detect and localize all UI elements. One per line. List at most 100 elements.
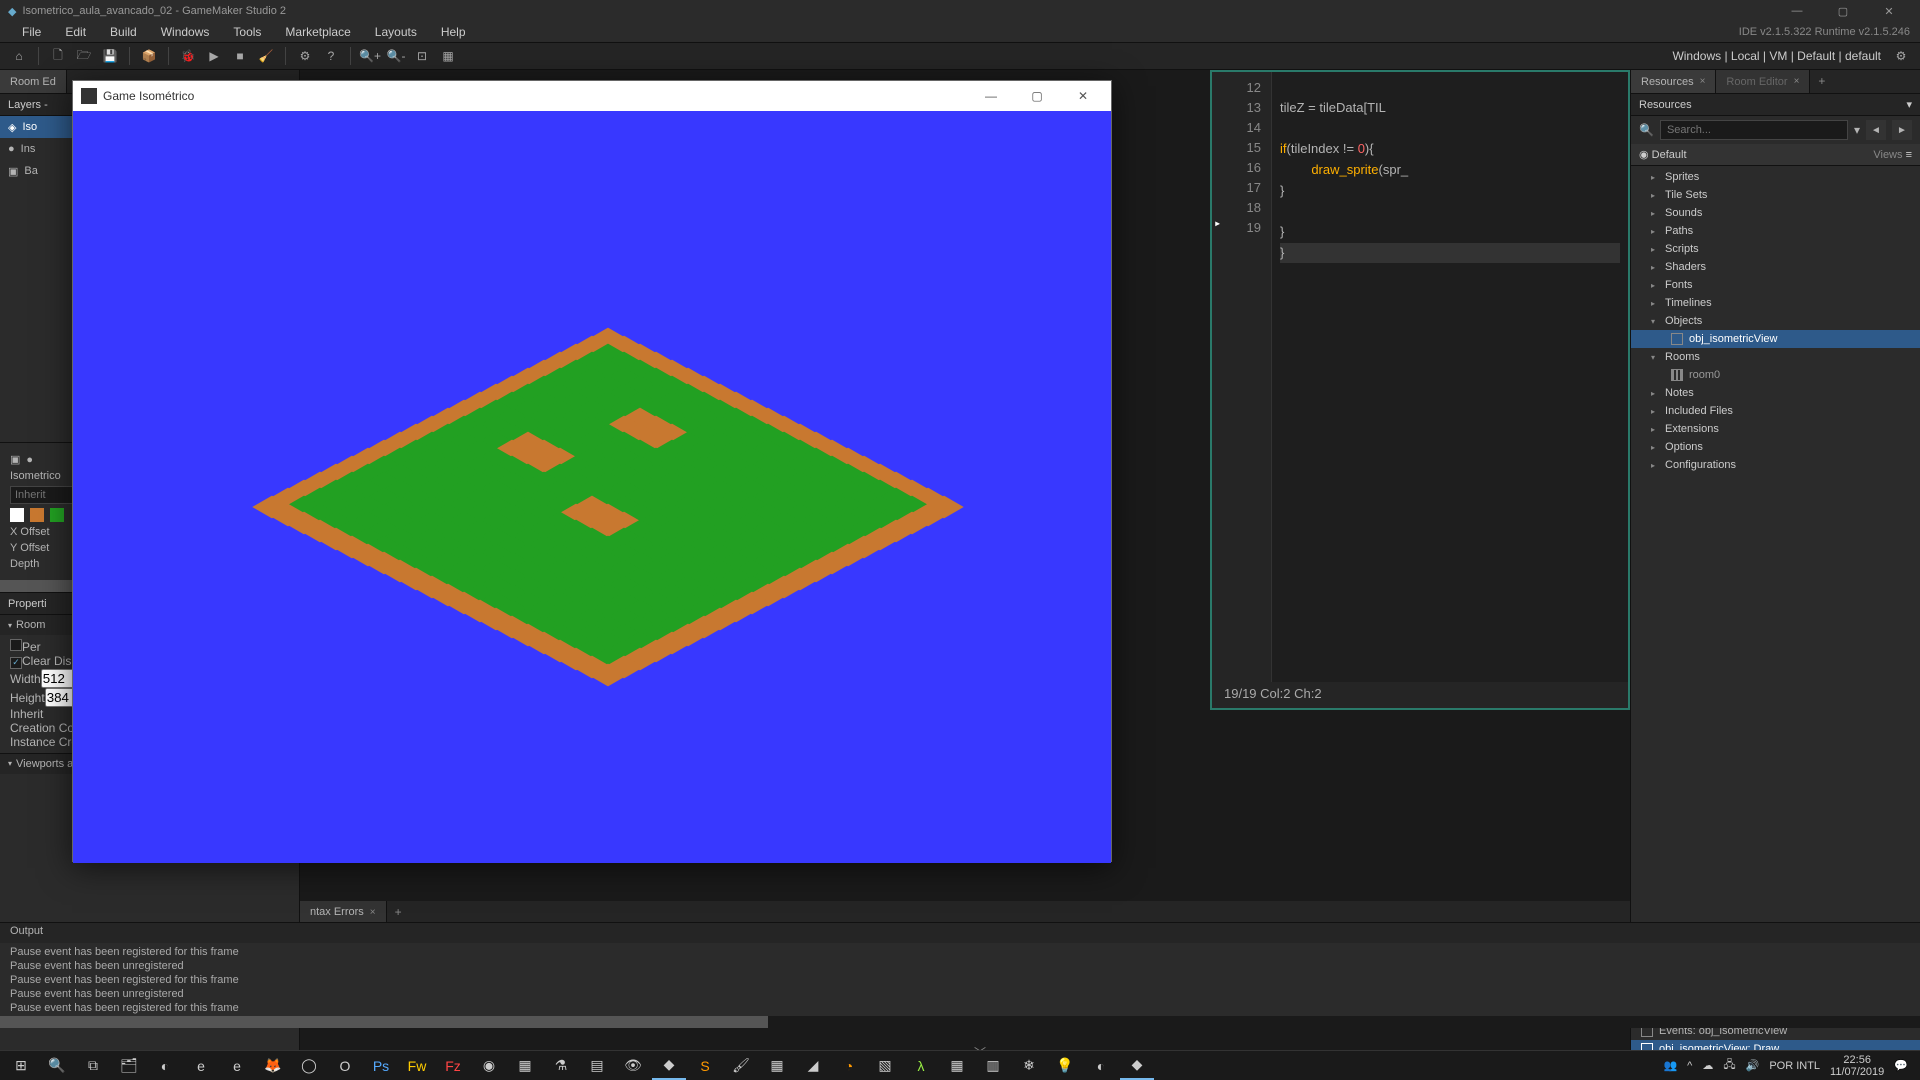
add-tab-button[interactable]: + [387, 901, 410, 923]
menu-tools[interactable]: Tools [221, 23, 273, 41]
tab-room-editor[interactable]: Room Ed [0, 70, 67, 93]
app-icon[interactable]: 👁 [616, 1052, 650, 1080]
tab-resources[interactable]: Resources× [1631, 70, 1716, 93]
steam-icon[interactable]: ◐ [148, 1052, 182, 1080]
blender-icon[interactable]: ◔ [832, 1052, 866, 1080]
resource-room0[interactable]: room0 [1631, 366, 1920, 384]
folder-scripts[interactable]: Scripts [1631, 240, 1920, 258]
folder-objects[interactable]: Objects [1631, 312, 1920, 330]
app-icon[interactable]: ▤ [580, 1052, 614, 1080]
fireworks-icon[interactable]: Fw [400, 1052, 434, 1080]
folder-tilesets[interactable]: Tile Sets [1631, 186, 1920, 204]
taskview-icon[interactable]: ⧉ [76, 1052, 110, 1080]
code-body[interactable]: tileZ = tileData[TIL if(tileIndex != 0){… [1272, 72, 1628, 708]
game-titlebar[interactable]: Game Isométrico — ▢ ✕ [73, 81, 1111, 111]
app-icon[interactable]: ▧ [868, 1052, 902, 1080]
tray-people-icon[interactable]: 👥 [1663, 1059, 1677, 1072]
default-view[interactable]: ◉ Default Views ≡ [1631, 144, 1920, 166]
menu-file[interactable]: File [10, 23, 53, 41]
start-button[interactable]: ⊞ [4, 1052, 38, 1080]
create-exe-icon[interactable]: 📦 [137, 44, 161, 68]
swatch-green[interactable] [50, 508, 64, 522]
menu-icon[interactable]: ≡ [1906, 149, 1912, 161]
folder-fonts[interactable]: Fonts [1631, 276, 1920, 294]
tab-room-editor-right[interactable]: Room Editor× [1716, 70, 1810, 93]
folder-sprites[interactable]: Sprites [1631, 168, 1920, 186]
zoom-out-icon[interactable]: 🔍- [384, 44, 408, 68]
game-maximize-button[interactable]: ▢ [1017, 89, 1057, 103]
zoom-reset-icon[interactable]: ⊡ [410, 44, 434, 68]
tray-volume-icon[interactable]: 🔊 [1746, 1059, 1760, 1072]
folder-shaders[interactable]: Shaders [1631, 258, 1920, 276]
code-editor[interactable]: 1213141516171819 tileZ = tileData[TIL if… [1210, 70, 1630, 710]
zoom-in-icon[interactable]: 🔍+ [358, 44, 382, 68]
views-label[interactable]: Views [1873, 149, 1902, 161]
tray-network-icon[interactable]: 🖧 [1723, 1056, 1735, 1075]
output-hscroll[interactable] [0, 1016, 1920, 1028]
output-body[interactable]: Pause event has been registered for this… [0, 943, 1920, 1016]
ie-icon[interactable]: e [184, 1052, 218, 1080]
menu-layouts[interactable]: Layouts [363, 23, 429, 41]
scroll-thumb[interactable] [0, 1016, 768, 1028]
app-icon[interactable]: 💡 [1048, 1052, 1082, 1080]
add-tab-button[interactable]: + [1810, 70, 1833, 93]
close-button[interactable]: ✕ [1866, 0, 1912, 22]
debug-icon[interactable]: 🐞 [176, 44, 200, 68]
app-icon[interactable]: ▥ [976, 1052, 1010, 1080]
app-icon[interactable]: ▦ [940, 1052, 974, 1080]
menu-edit[interactable]: Edit [53, 23, 98, 41]
menu-build[interactable]: Build [98, 23, 149, 41]
unity-icon[interactable]: ◢ [796, 1052, 830, 1080]
game-minimize-button[interactable]: — [971, 89, 1011, 103]
breakpoint-cursor[interactable]: ▸ [1214, 216, 1221, 230]
home-icon[interactable]: ⌂ [7, 44, 31, 68]
next-button[interactable]: ► [1892, 120, 1912, 140]
edge-icon[interactable]: e [220, 1052, 254, 1080]
layer-visible-icon[interactable]: ● [26, 454, 33, 466]
tab-syntax-errors[interactable]: ntax Errors× [300, 901, 387, 923]
clear-buffer-checkbox[interactable]: ✓ [10, 657, 22, 669]
prev-button[interactable]: ◄ [1866, 120, 1886, 140]
resource-obj-isometricview[interactable]: obj_isometricView [1631, 330, 1920, 348]
tray-clock[interactable]: 22:5611/07/2019 [1830, 1054, 1884, 1078]
folder-configurations[interactable]: Configurations [1631, 456, 1920, 474]
app-icon[interactable]: 🖌 [724, 1052, 758, 1080]
persistent-checkbox[interactable] [10, 639, 22, 651]
app-icon[interactable]: ▦ [508, 1052, 542, 1080]
explorer-icon[interactable]: 🗂 [112, 1052, 146, 1080]
close-icon[interactable]: × [370, 907, 376, 918]
folder-included[interactable]: Included Files [1631, 402, 1920, 420]
opera-icon[interactable]: O [328, 1052, 362, 1080]
layer-toggle-icon[interactable]: ▣ [10, 453, 20, 466]
folder-timelines[interactable]: Timelines [1631, 294, 1920, 312]
folder-options[interactable]: Options [1631, 438, 1920, 456]
chrome-icon[interactable]: ◯ [292, 1052, 326, 1080]
search-dropdown-icon[interactable]: ▾ [1854, 123, 1860, 137]
app-icon[interactable]: ◉ [472, 1052, 506, 1080]
open-project-icon[interactable]: 🗁 [72, 44, 96, 68]
close-icon[interactable]: × [1794, 76, 1800, 87]
gamemaker-running-icon[interactable]: ◆ [1120, 1052, 1154, 1080]
docks-icon[interactable]: ▦ [436, 44, 460, 68]
tray-language[interactable]: POR INTL [1769, 1060, 1820, 1072]
folder-extensions[interactable]: Extensions [1631, 420, 1920, 438]
app-icon[interactable]: ❄ [1012, 1052, 1046, 1080]
minimize-button[interactable]: — [1774, 0, 1820, 22]
menu-help[interactable]: Help [429, 23, 478, 41]
close-icon[interactable]: × [1700, 76, 1706, 87]
help-icon[interactable]: ? [319, 44, 343, 68]
settings-icon[interactable]: ⚙ [293, 44, 317, 68]
eclipse-icon[interactable]: ◐ [1084, 1052, 1118, 1080]
firefox-icon[interactable]: 🦊 [256, 1052, 290, 1080]
menu-marketplace[interactable]: Marketplace [273, 23, 362, 41]
target-settings-icon[interactable]: ⚙ [1889, 44, 1913, 68]
swatch-orange[interactable] [30, 508, 44, 522]
photoshop-icon[interactable]: Ps [364, 1052, 398, 1080]
folder-notes[interactable]: Notes [1631, 384, 1920, 402]
run-icon[interactable]: ▶ [202, 44, 226, 68]
system-tray[interactable]: 👥 ^ ☁ 🖧 🔊 POR INTL 22:5611/07/2019 💬 [1663, 1054, 1916, 1078]
new-project-icon[interactable]: 🗋 [46, 44, 70, 68]
app-icon[interactable]: ▦ [760, 1052, 794, 1080]
menu-windows[interactable]: Windows [149, 23, 222, 41]
tray-notifications-icon[interactable]: 💬 [1894, 1059, 1908, 1072]
